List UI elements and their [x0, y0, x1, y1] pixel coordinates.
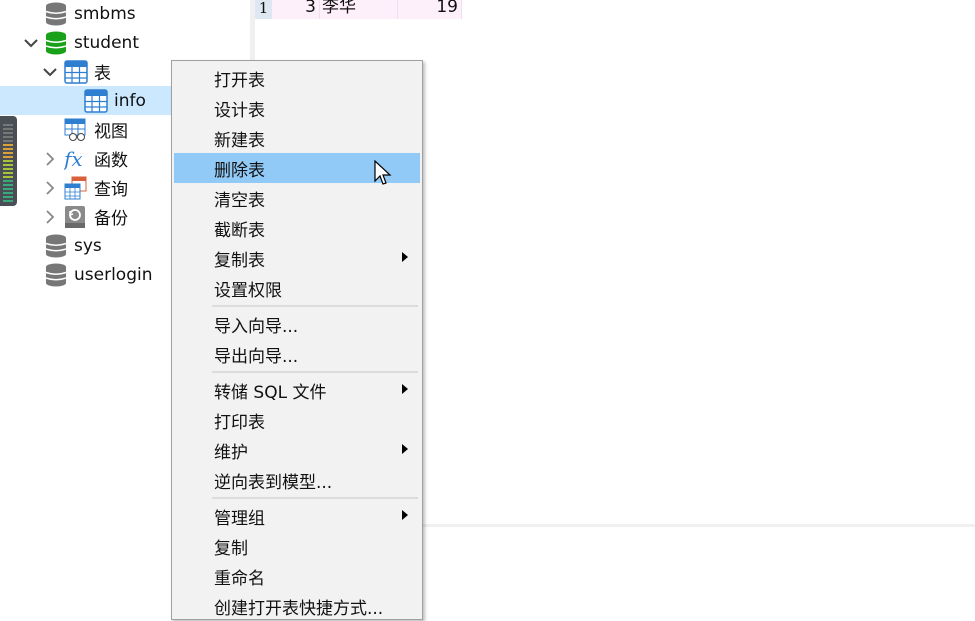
tree-item-label: sys — [74, 235, 102, 256]
meter-bar — [3, 200, 13, 202]
menu-item-label: 打开表 — [214, 70, 265, 91]
tree-item-label: smbms — [74, 3, 136, 24]
backup-icon — [64, 205, 86, 228]
menu-separator — [212, 497, 418, 499]
menu-separator — [212, 305, 418, 307]
meter-bar — [3, 124, 13, 126]
submenu-arrow-icon — [402, 252, 408, 262]
tree-item-label: userlogin — [74, 264, 153, 285]
submenu-arrow-icon — [402, 384, 408, 394]
meter-bar — [3, 136, 13, 138]
meter-bar — [3, 192, 13, 194]
meter-bar — [3, 144, 13, 146]
menu-item-label: 截断表 — [214, 220, 265, 241]
menu-item-label: 设置权限 — [214, 280, 282, 301]
meter-bar — [3, 160, 13, 162]
menu-item-导出向导...[interactable]: 导出向导... — [174, 339, 420, 369]
meter-bar — [3, 176, 13, 178]
tree-item-label: 视图 — [94, 122, 128, 142]
menu-item-逆向表到模型...[interactable]: 逆向表到模型... — [174, 465, 420, 495]
menu-item-label: 创建打开表快捷方式... — [214, 598, 384, 619]
meter-bar — [3, 172, 13, 174]
meter-bar — [3, 168, 13, 170]
database-icon — [45, 234, 67, 258]
tree-item-smbms[interactable]: smbms — [0, 0, 250, 28]
menu-item-label: 复制表 — [214, 250, 265, 271]
meter-bar — [3, 156, 13, 158]
menu-separator — [212, 371, 418, 373]
activity-meter-widget — [0, 116, 17, 206]
meter-bar — [3, 180, 13, 182]
menu-item-label: 打印表 — [214, 412, 265, 433]
menu-item-维护[interactable]: 维护 — [174, 435, 420, 465]
meter-bar — [3, 132, 13, 134]
menu-item-复制表[interactable]: 复制表 — [174, 243, 420, 273]
grid-cell-age[interactable]: 19 — [398, 0, 462, 19]
chevron-right-icon[interactable] — [43, 209, 57, 224]
svg-text:fx: fx — [64, 147, 83, 171]
menu-item-label: 复制 — [214, 538, 248, 559]
menu-item-label: 转储 SQL 文件 — [214, 382, 327, 403]
submenu-arrow-icon — [402, 510, 408, 520]
meter-bar — [3, 184, 13, 186]
tree-item-label: 表 — [94, 64, 111, 84]
view-icon — [64, 118, 86, 141]
menu-item-设计表[interactable]: 设计表 — [174, 93, 420, 123]
menu-item-新建表[interactable]: 新建表 — [174, 123, 420, 153]
menu-item-label: 重命名 — [214, 568, 265, 589]
menu-item-复制[interactable]: 复制 — [174, 531, 420, 561]
menu-item-设置权限[interactable]: 设置权限 — [174, 273, 420, 303]
menu-item-重命名[interactable]: 重命名 — [174, 561, 420, 591]
function-icon: fx — [62, 147, 86, 171]
tree-item-student[interactable]: student — [0, 28, 250, 57]
menu-item-label: 设计表 — [214, 100, 265, 121]
menu-item-label: 新建表 — [214, 130, 265, 151]
tree-item-label: 查询 — [94, 180, 128, 200]
chevron-right-icon[interactable] — [43, 151, 57, 166]
context-menu: 打开表设计表新建表删除表清空表截断表复制表设置权限导入向导... 导出向导... 转… — [171, 60, 423, 620]
menu-item-label: 导出向导... — [214, 346, 299, 367]
menu-item-导入向导...[interactable]: 导入向导... — [174, 309, 420, 339]
database-icon — [45, 263, 67, 287]
tree-item-label: info — [114, 90, 146, 111]
menu-item-label: 维护 — [214, 442, 248, 463]
tree-item-label: 函数 — [94, 151, 128, 171]
meter-bar — [3, 140, 13, 142]
menu-item-管理组[interactable]: 管理组 — [174, 501, 420, 531]
table-icon — [84, 89, 108, 113]
chevron-right-icon[interactable] — [43, 180, 57, 195]
grid-cell-name[interactable]: 李华 — [320, 0, 398, 19]
chevron-down-icon[interactable] — [24, 36, 38, 50]
mouse-cursor-icon — [374, 160, 392, 185]
menu-item-转储 SQL 文件[interactable]: 转储 SQL 文件 — [174, 375, 420, 405]
menu-item-label: 逆向表到模型... — [214, 472, 333, 493]
query-icon — [64, 176, 87, 200]
submenu-arrow-icon — [402, 444, 408, 454]
table-icon — [64, 60, 88, 84]
grid-cell-id[interactable]: 3 — [272, 0, 320, 19]
database-icon — [45, 31, 67, 55]
tree-item-label: student — [74, 32, 139, 53]
tree-item-label: 备份 — [94, 209, 128, 229]
database-icon — [45, 2, 67, 26]
menu-item-label: 清空表 — [214, 190, 265, 211]
menu-item-打开表[interactable]: 打开表 — [174, 63, 420, 93]
chevron-down-icon[interactable] — [43, 65, 57, 79]
meter-bar — [3, 196, 13, 198]
meter-bar — [3, 128, 13, 130]
menu-item-label: 删除表 — [214, 160, 265, 181]
menu-item-创建打开表快捷方式...[interactable]: 创建打开表快捷方式... — [174, 591, 420, 621]
meter-bar — [3, 148, 13, 150]
menu-item-label: 导入向导... — [214, 316, 299, 337]
menu-item-打印表[interactable]: 打印表 — [174, 405, 420, 435]
meter-bar — [3, 164, 13, 166]
menu-item-截断表[interactable]: 截断表 — [174, 213, 420, 243]
meter-bar — [3, 152, 13, 154]
row-number[interactable]: 1 — [255, 0, 272, 19]
meter-bar — [3, 188, 13, 190]
menu-item-label: 管理组 — [214, 508, 265, 529]
data-grid: 1 3 李华 19 — [255, 0, 975, 20]
